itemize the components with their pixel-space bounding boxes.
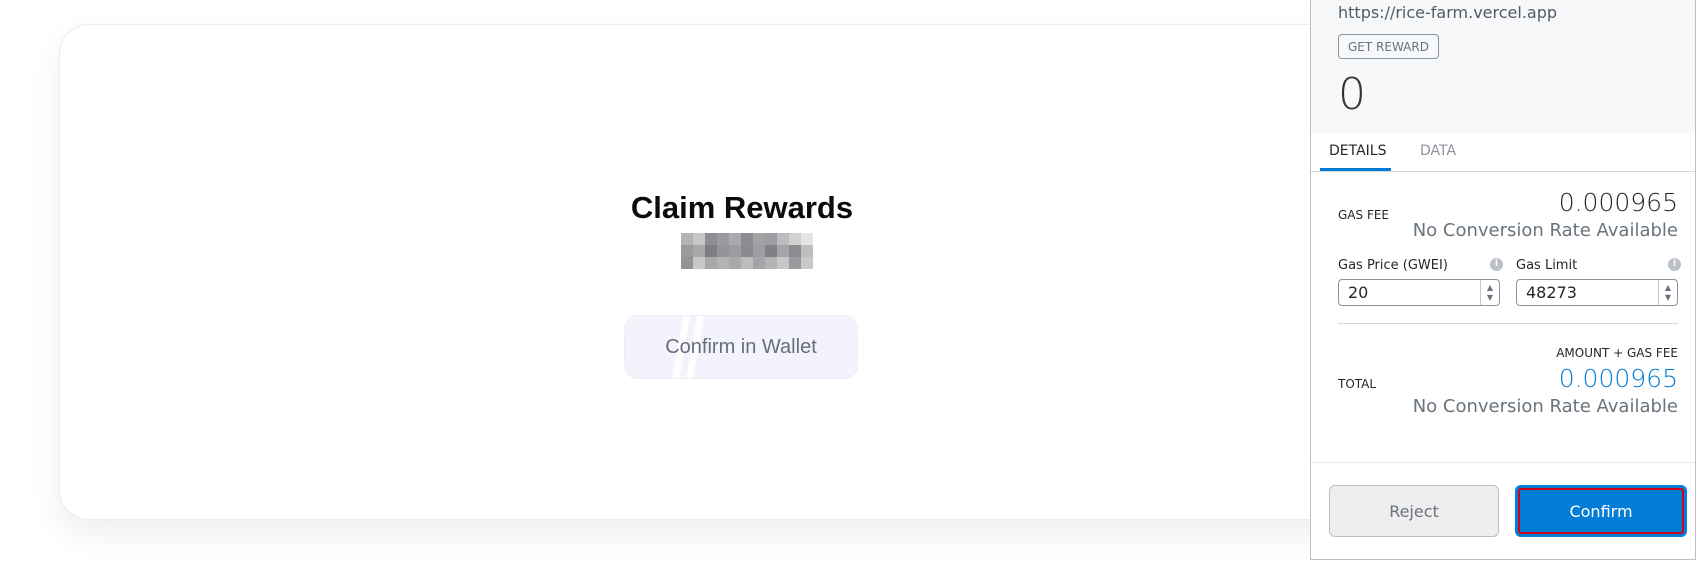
method-badge: GET REWARD [1338,34,1439,59]
info-icon[interactable]: i [1490,258,1503,271]
gas-fee-conversion: No Conversion Rate Available [1412,220,1678,241]
gas-price-input[interactable]: 20 ▲ ▼ [1338,279,1500,306]
claim-rewards-modal: Claim Rewards Confirm in Wallet [59,24,1399,520]
gas-fee-label: GAS FEE [1338,208,1390,222]
fee-section: GAS FEE 0.000965 No Conversion Rate Avai… [1311,172,1695,463]
total-conversion: No Conversion Rate Available [1412,396,1678,417]
amount-gas-fee-label: AMOUNT + GAS FEE [1556,346,1678,360]
wallet-confirmation-popup: https://rice-farm.vercel.app GET REWARD … [1310,0,1696,560]
redacted-amount [681,233,813,269]
gas-price-label: Gas Price (GWEI) [1338,258,1448,273]
transaction-header: https://rice-farm.vercel.app GET REWARD … [1311,0,1695,133]
stepper-arrows-icon[interactable]: ▲ ▼ [1480,280,1499,305]
confirm-in-wallet-button[interactable]: Confirm in Wallet [624,315,858,379]
gas-price-value: 20 [1348,283,1369,302]
gas-fee-value: 0.000965 [1558,188,1678,217]
confirm-button[interactable]: Confirm [1515,485,1687,537]
origin-url: https://rice-farm.vercel.app [1338,3,1558,22]
action-footer: Reject Confirm [1311,465,1695,559]
gas-limit-value: 48273 [1526,283,1577,302]
gas-limit-input[interactable]: 48273 ▲ ▼ [1516,279,1678,306]
tab-data[interactable]: DATA [1420,143,1456,159]
reject-button[interactable]: Reject [1329,485,1499,537]
details-tabs: DETAILS DATA [1311,133,1695,172]
divider [1338,323,1678,324]
info-icon[interactable]: i [1668,258,1681,271]
stepper-arrows-icon[interactable]: ▲ ▼ [1658,280,1677,305]
total-label: TOTAL [1338,377,1377,391]
tab-details[interactable]: DETAILS [1329,143,1386,159]
gas-limit-label: Gas Limit [1516,258,1578,273]
modal-title: Claim Rewards [630,190,854,225]
transaction-amount: 0 [1338,69,1366,120]
active-tab-indicator [1320,168,1391,171]
total-value: 0.000965 [1558,364,1678,393]
confirm-in-wallet-label: Confirm in Wallet [665,335,817,358]
